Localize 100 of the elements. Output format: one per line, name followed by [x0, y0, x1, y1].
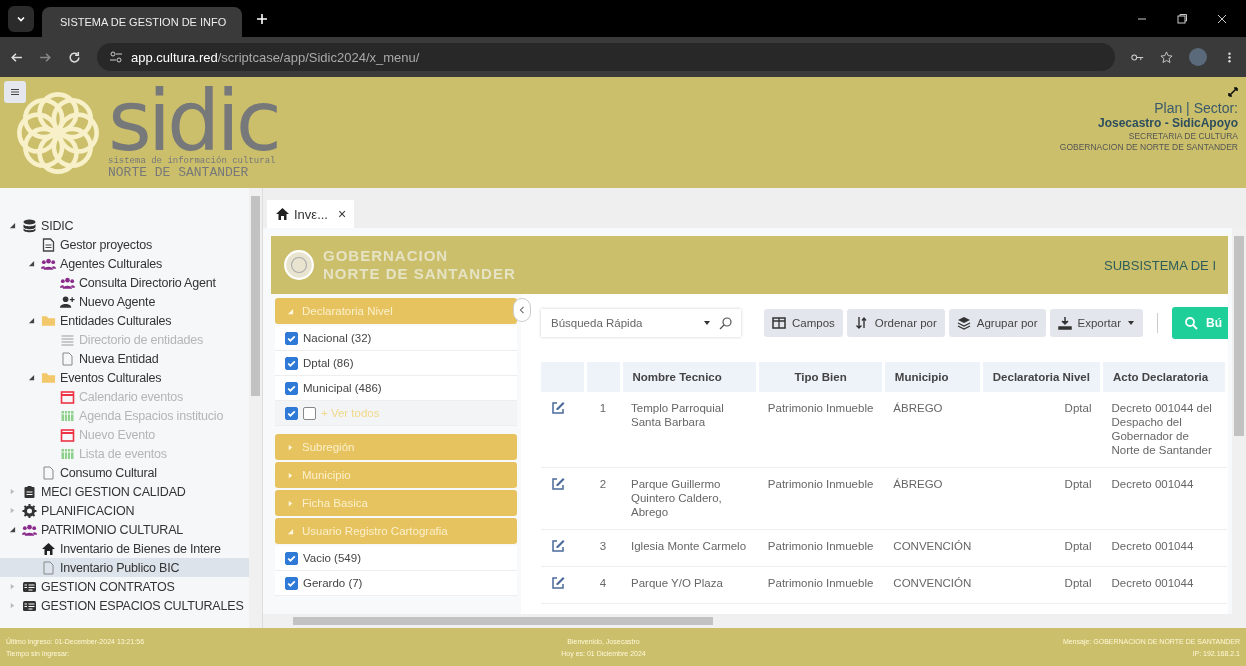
- table-cell: Decreto 001044: [1101, 566, 1227, 604]
- column-header[interactable]: Declaratoria Nivel: [981, 362, 1102, 392]
- menu-item[interactable]: GESTION CONTRATOS: [0, 577, 249, 596]
- restore-icon[interactable]: [1176, 12, 1188, 25]
- users-icon: [22, 522, 37, 537]
- seal-icon: [283, 249, 315, 281]
- edit-icon[interactable]: [551, 539, 565, 553]
- filter-option[interactable]: Vacio (549): [275, 546, 517, 571]
- menu-item[interactable]: Entidades Culturales: [0, 311, 249, 330]
- filter-option[interactable]: Municipal (486): [275, 376, 517, 401]
- column-header[interactable]: Acto Declaratoria: [1101, 362, 1227, 392]
- search-icon: [1184, 316, 1198, 330]
- page-icon: [41, 465, 56, 480]
- menu-item[interactable]: PATRIMONIO CULTURAL: [0, 520, 249, 539]
- menu-item[interactable]: PLANIFICACION: [0, 501, 249, 520]
- menu-item[interactable]: MECI GESTION CALIDAD: [0, 482, 249, 501]
- collapse-icon[interactable]: [27, 374, 35, 381]
- tab-menu-button[interactable]: [8, 5, 34, 32]
- table-cell: Dptal: [981, 529, 1102, 567]
- toolbar-button[interactable]: Agrupar por: [948, 309, 1046, 337]
- collapse-panel-button[interactable]: [513, 298, 531, 322]
- row-number: 4: [585, 566, 621, 604]
- checkbox[interactable]: [285, 381, 298, 395]
- new-tab-icon[interactable]: [256, 12, 268, 25]
- office-name: SECRETARIA DE CULTURA: [1128, 131, 1238, 141]
- option-label: Vacio (549): [303, 552, 361, 564]
- table-cell: Patrimonio Inmueble: [757, 566, 884, 604]
- column-header[interactable]: Municipio: [883, 362, 982, 392]
- content-tab[interactable]: Invε... ×: [267, 200, 355, 228]
- toolbar-button[interactable]: Exportar: [1049, 309, 1143, 337]
- table-cell: Patrimonio Inmueble: [757, 529, 884, 567]
- toolbar-button[interactable]: Campos: [763, 309, 843, 337]
- checkbox[interactable]: [285, 551, 298, 565]
- logo-tagline: sistema de información cultural: [108, 156, 276, 166]
- checkbox[interactable]: [303, 406, 316, 420]
- table-cell: CONVENCIÓN: [883, 529, 982, 567]
- filter-option[interactable]: Gerardo (7): [275, 571, 517, 596]
- site-settings-icon[interactable]: [109, 50, 123, 64]
- id-card-icon: [22, 598, 37, 613]
- database-icon: [22, 218, 37, 233]
- collapse-icon[interactable]: [8, 222, 16, 229]
- table-cell: Parque Guillermo Quintero Caldero, Abrego: [621, 467, 758, 530]
- checkbox[interactable]: [285, 406, 298, 420]
- menu-item[interactable]: Nueva Entidad: [0, 349, 249, 368]
- filter-option[interactable]: Nacional (32): [275, 326, 517, 351]
- expand-icon[interactable]: [1228, 87, 1238, 97]
- back-arrow-icon[interactable]: [10, 50, 23, 64]
- column-header[interactable]: Tipo Bien: [757, 362, 884, 392]
- menu-item[interactable]: SIDIC: [0, 216, 249, 235]
- menu-item[interactable]: Consumo Cultural: [0, 463, 249, 482]
- logo-region: NORTE DE SANTANDER: [108, 166, 250, 179]
- collapse-icon[interactable]: [27, 260, 35, 267]
- checkbox[interactable]: [285, 356, 298, 370]
- menu-item[interactable]: Consulta Directorio Agent: [0, 273, 249, 292]
- menu-item[interactable]: GESTION ESPACIOS CULTURALES: [0, 596, 249, 615]
- close-tab-button[interactable]: ×: [338, 206, 347, 222]
- document-icon: [41, 237, 56, 252]
- table-cell: ÁBREGO: [883, 392, 982, 468]
- caret-icon: [1127, 319, 1135, 327]
- menu-item[interactable]: Eventos Culturales: [0, 368, 249, 387]
- menu-item[interactable]: Inventario de Bienes de Intere: [0, 539, 249, 558]
- filter-option[interactable]: Dptal (86): [275, 351, 517, 376]
- column-header[interactable]: Nombre Tecnico: [621, 362, 758, 392]
- menu-icon: [10, 87, 20, 97]
- table-icon: [60, 446, 75, 461]
- forward-arrow-icon[interactable]: [39, 50, 52, 64]
- scrollbar[interactable]: [249, 188, 262, 628]
- logo-wordmark: sidic: [108, 86, 278, 156]
- table-cell: Parque Y/O Plaza: [621, 566, 758, 604]
- star-icon[interactable]: [1160, 50, 1173, 64]
- checkbox[interactable]: [285, 576, 298, 590]
- table-cell: CONVENCIÓN: [883, 566, 982, 604]
- expand-icon: [287, 443, 294, 451]
- add-user-icon: [60, 294, 75, 309]
- edit-icon[interactable]: [551, 576, 565, 590]
- menu-item[interactable]: Agentes Culturales: [0, 254, 249, 273]
- edit-icon[interactable]: [551, 477, 565, 491]
- table-cell: Patrimonio Inmueble: [757, 392, 884, 468]
- toolbar-button[interactable]: Ordenar por: [846, 309, 945, 337]
- browser-tab[interactable]: SISTEMA DE GESTION DE INFO: [42, 7, 242, 37]
- collapse-icon[interactable]: [8, 526, 16, 533]
- plan-sector-label: Plan | Sector:: [1154, 100, 1238, 116]
- menu-item[interactable]: Inventario Publico BIC: [0, 558, 249, 577]
- edit-icon[interactable]: [551, 401, 565, 415]
- menu-button[interactable]: [4, 81, 26, 103]
- menu-item[interactable]: Nuevo Agente: [0, 292, 249, 311]
- menu-item[interactable]: Gestor proyectos: [0, 235, 249, 254]
- collapse-icon[interactable]: [27, 317, 35, 324]
- reload-icon[interactable]: [68, 50, 81, 64]
- columns-icon: [771, 316, 786, 330]
- quick-search-field[interactable]: Búsqueda Rápida: [541, 309, 741, 337]
- option-label: Gerardo (7): [303, 577, 363, 589]
- table-cell: Dptal: [981, 566, 1102, 604]
- address-bar[interactable]: app.cultura.red/scriptcase/app/Sidic2024/x_menu/: [97, 43, 1115, 71]
- checkbox[interactable]: [285, 331, 298, 345]
- banner-line: NORTE DE SANTANDER: [323, 265, 516, 283]
- page-icon: [41, 560, 56, 575]
- close-icon[interactable]: [1216, 12, 1228, 25]
- folder-icon: [41, 313, 56, 328]
- expand-icon: [287, 471, 294, 479]
